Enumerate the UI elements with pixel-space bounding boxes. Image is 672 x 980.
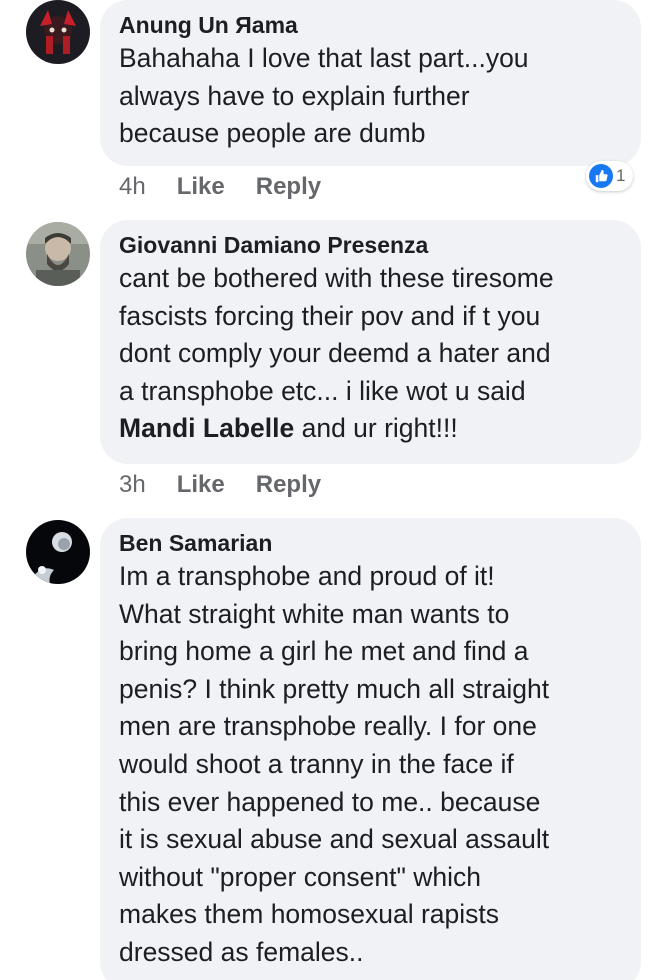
comment-bubble: Ben Samarian Im a transphobe and proud o… (100, 518, 641, 980)
comment-text-line: makes them homosexual rapists (119, 899, 499, 930)
comment-text-line: cant be bothered with these tiresome (119, 263, 554, 293)
comment-text-line: without "proper consent" which (119, 861, 482, 892)
avatar-image (26, 222, 90, 286)
comment-author[interactable]: Anung Un Яama (119, 10, 623, 40)
comment-text: Im a transphobe and proud of it! What st… (119, 558, 623, 972)
comment-text-line: because people are dumb (119, 118, 426, 149)
comment-text-line: would shoot a tranny in the face if (119, 748, 514, 779)
avatar[interactable] (26, 0, 90, 64)
like-button[interactable]: Like (177, 471, 225, 498)
comment-bubble: Anung Un Яama Bahahaha I love that last … (100, 0, 641, 166)
comment-timestamp[interactable]: 3h (119, 471, 146, 498)
comment-author[interactable]: Ben Samarian (119, 528, 623, 558)
comment-author[interactable]: Giovanni Damiano Presenza (119, 230, 623, 260)
avatar-image (26, 520, 90, 584)
comment-text: Bahahaha I love that last part...you alw… (119, 40, 623, 153)
comment-text-line: Mandi Labelle and ur right!!! (119, 410, 623, 448)
reaction-count: 1 (616, 166, 626, 185)
comment-text-line: always have to explain further (119, 80, 470, 111)
comment-text-line: Im a transphobe and proud of it! (119, 561, 495, 591)
reaction-summary[interactable]: 1 (586, 161, 634, 191)
like-button[interactable]: Like (177, 173, 225, 200)
avatar[interactable] (26, 520, 90, 584)
comment-text-line: a transphobe etc... i like wot u said (119, 375, 526, 406)
comment-text-line: dressed as females.. (119, 936, 364, 967)
comment-text-line: bring home a girl he met and find a (119, 636, 529, 667)
comment-thread: Anung Un Яama Bahahaha I love that last … (0, 0, 672, 980)
user-mention-link[interactable]: Mandi Labelle (119, 413, 294, 443)
comment-text-line: dont comply your deemd a hater and (119, 338, 551, 369)
comment-text-line: it is sexual abuse and sexual assault (119, 824, 550, 855)
avatar-image (26, 0, 90, 64)
reply-button[interactable]: Reply (256, 173, 321, 200)
comment-timestamp[interactable]: 4h (119, 173, 146, 200)
comment-bubble: Giovanni Damiano Presenza cant be bother… (100, 220, 641, 464)
comment-text-line: this ever happened to me.. because (119, 786, 541, 817)
reply-button[interactable]: Reply (256, 471, 321, 498)
comment-actions: 3h Like Reply (119, 470, 321, 500)
comment-text-line: men are transphobe really. I for one (119, 711, 537, 742)
comment-actions: 4h Like Reply (119, 172, 321, 202)
comment-text-line: fascists forcing their pov and if t you (119, 300, 541, 331)
comment-text: cant be bothered with these tiresome fas… (119, 260, 623, 448)
comment-text-line: What straight white man wants to (119, 598, 510, 629)
avatar[interactable] (26, 222, 90, 286)
thumbs-up-icon (589, 164, 613, 188)
comment-text-line: penis? I think pretty much all straight (119, 673, 550, 704)
comment-text-line: Bahahaha I love that last part...you (119, 43, 529, 73)
comment-text-tail: and ur right!!! (294, 413, 458, 444)
